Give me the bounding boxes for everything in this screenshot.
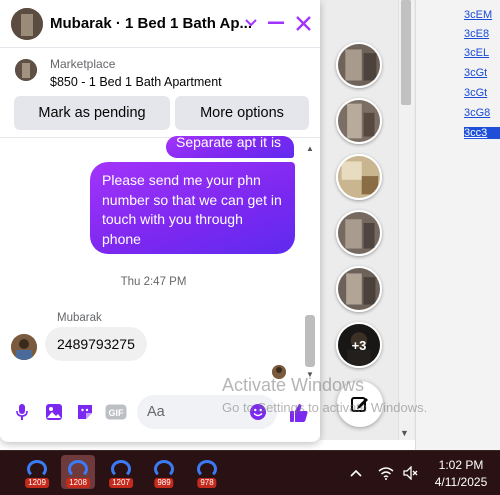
chevron-up-icon[interactable] bbox=[347, 465, 365, 481]
sender-avatar[interactable] bbox=[11, 334, 37, 360]
background-link[interactable]: 3cGt bbox=[464, 67, 487, 79]
listing-price-title[interactable]: $850 - 1 Bed 1 Bath Apartment bbox=[50, 75, 222, 89]
notification-badge: 1209 bbox=[25, 478, 49, 488]
marketplace-listing-card: Marketplace $850 - 1 Bed 1 Bath Apartmen… bbox=[0, 48, 320, 138]
taskbar-app-button[interactable]: 1207 bbox=[104, 455, 138, 489]
background-link[interactable]: 3cE8 bbox=[464, 28, 489, 40]
chevron-down-icon[interactable] bbox=[240, 12, 262, 34]
scroll-down-arrow-icon[interactable]: ▼ bbox=[400, 428, 409, 438]
gif-icon[interactable]: GIF bbox=[104, 402, 128, 422]
more-chats-avatar[interactable]: +3 bbox=[336, 322, 382, 368]
chat-head-avatar[interactable] bbox=[336, 42, 382, 88]
more-chats-count: +3 bbox=[338, 324, 380, 366]
clock-time[interactable]: 1:02 PM bbox=[430, 458, 492, 472]
background-link-selected[interactable]: 3cc3 bbox=[464, 127, 500, 139]
notification-badge: 1207 bbox=[109, 478, 133, 488]
sticker-icon[interactable] bbox=[75, 402, 95, 422]
chat-head-avatar[interactable] bbox=[336, 266, 382, 312]
taskbar-app-button[interactable]: 1209 bbox=[20, 455, 54, 489]
scroll-up-arrow-icon[interactable]: ▲ bbox=[306, 144, 314, 153]
notification-badge: 989 bbox=[154, 478, 174, 488]
sender-name: Mubarak bbox=[57, 312, 102, 324]
listing-thumbnail[interactable] bbox=[15, 59, 37, 81]
background-link[interactable]: 3cGt bbox=[464, 87, 487, 99]
close-icon[interactable] bbox=[292, 12, 314, 34]
notification-badge: 1208 bbox=[66, 478, 90, 488]
browser-icon bbox=[197, 460, 217, 478]
chat-head-avatar[interactable] bbox=[336, 210, 382, 256]
minimize-icon[interactable] bbox=[265, 12, 287, 34]
background-link[interactable]: 3cEM bbox=[464, 9, 492, 21]
message-timestamp: Thu 2:47 PM bbox=[120, 276, 187, 288]
outgoing-message-bubble[interactable]: Separate apt it is bbox=[166, 136, 294, 158]
activation-watermark-title: Activate Windows bbox=[222, 375, 365, 395]
browser-icon bbox=[68, 460, 88, 478]
chat-head-avatar[interactable] bbox=[336, 98, 382, 144]
notification-badge: 978 bbox=[197, 478, 217, 488]
taskbar-app-button[interactable]: 978 bbox=[190, 455, 224, 489]
message-text: Separate apt it is bbox=[176, 136, 282, 150]
background-link[interactable]: 3cG8 bbox=[464, 107, 490, 119]
taskbar-app-button-active[interactable]: 1208 bbox=[61, 455, 95, 489]
browser-icon bbox=[111, 460, 131, 478]
activation-watermark-subtitle: Go to Settings to activate Windows. bbox=[222, 400, 428, 415]
taskbar-app-button[interactable]: 989 bbox=[147, 455, 181, 489]
volume-muted-icon[interactable] bbox=[402, 465, 420, 481]
message-scrollbar-thumb[interactable] bbox=[305, 315, 315, 367]
wifi-icon[interactable] bbox=[377, 465, 395, 481]
chat-title[interactable]: Mubarak · 1 Bed 1 Bath Ap... bbox=[50, 15, 252, 32]
photo-icon[interactable] bbox=[44, 402, 64, 422]
page-scrollbar-thumb[interactable] bbox=[401, 0, 411, 105]
mark-as-pending-button[interactable]: Mark as pending bbox=[14, 96, 170, 130]
browser-icon bbox=[154, 460, 174, 478]
chat-header[interactable]: Mubarak · 1 Bed 1 Bath Ap... bbox=[0, 0, 320, 48]
more-options-button[interactable]: More options bbox=[175, 96, 309, 130]
message-text: Please send me your phn number so that w… bbox=[102, 172, 282, 247]
microphone-icon[interactable] bbox=[12, 402, 32, 422]
listing-category: Marketplace bbox=[50, 57, 116, 71]
background-link[interactable]: 3cEL bbox=[464, 47, 489, 59]
contact-avatar[interactable] bbox=[11, 8, 43, 40]
svg-text:GIF: GIF bbox=[109, 408, 125, 418]
chat-head-avatar[interactable] bbox=[336, 154, 382, 200]
clock-date[interactable]: 4/11/2025 bbox=[430, 475, 492, 489]
outgoing-message-bubble[interactable]: Please send me your phn number so that w… bbox=[90, 162, 295, 254]
browser-icon bbox=[27, 460, 47, 478]
incoming-message-bubble[interactable]: 2489793275 bbox=[45, 327, 147, 361]
background-link-column bbox=[415, 0, 500, 450]
